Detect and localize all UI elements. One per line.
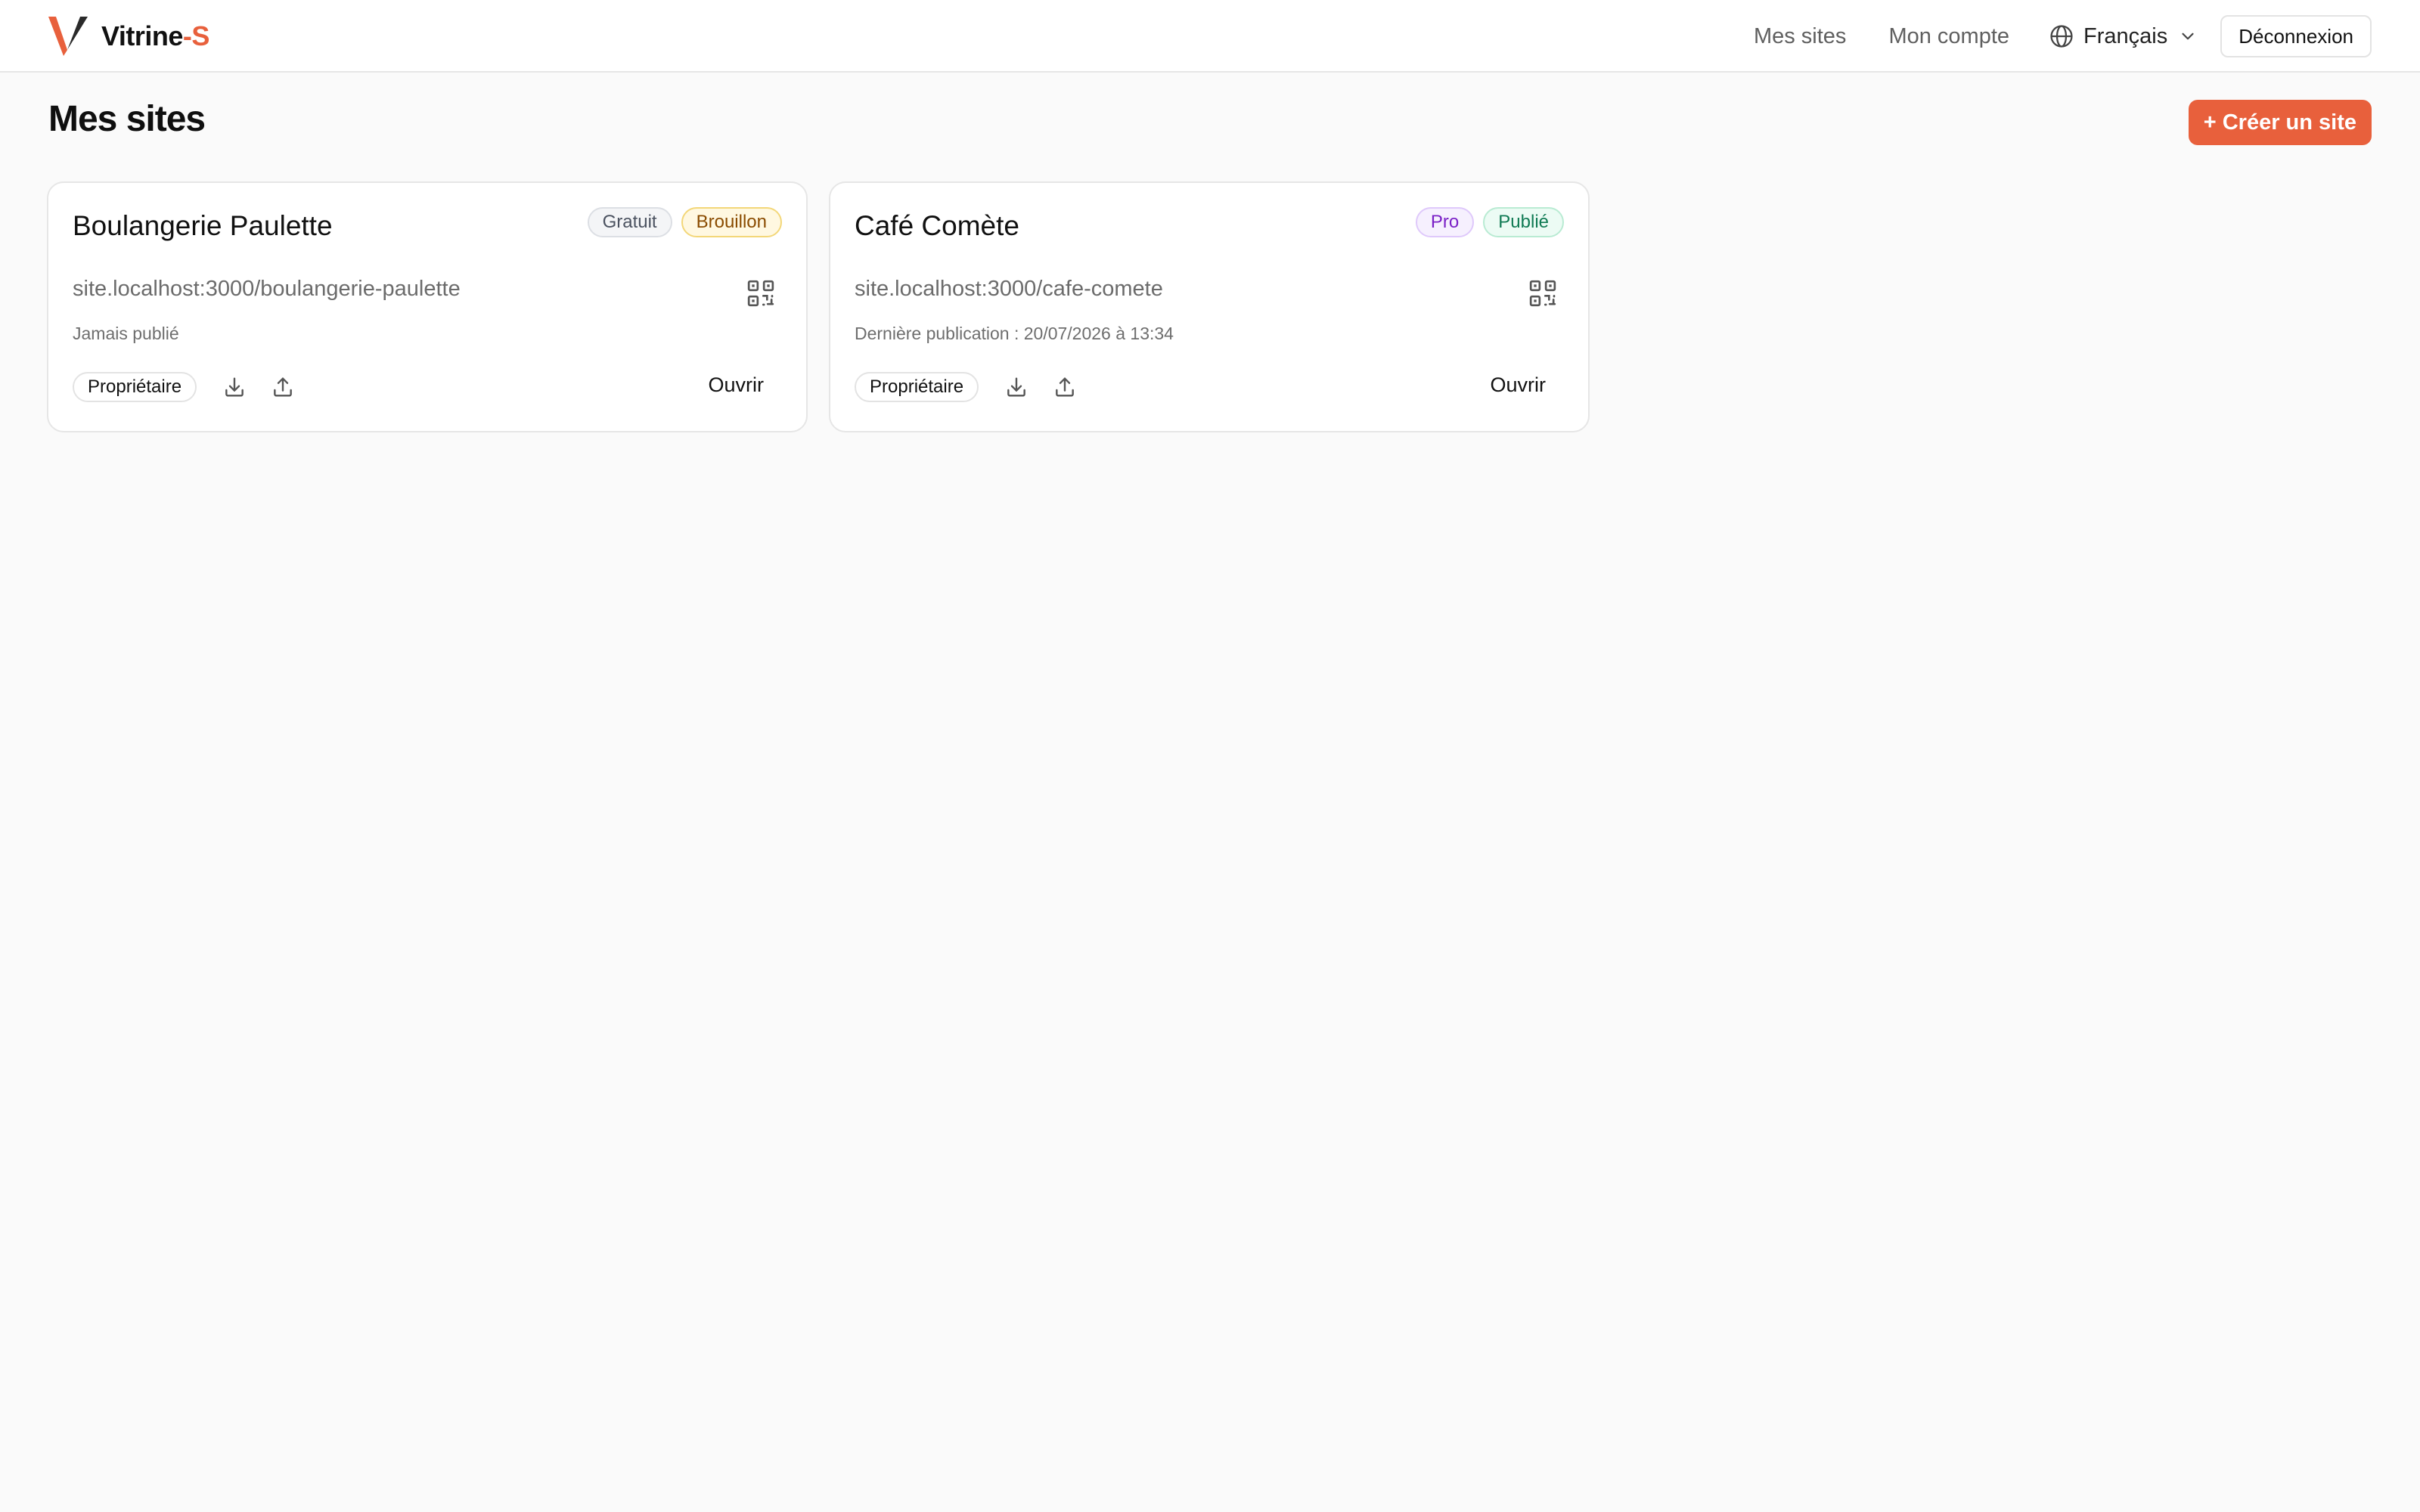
globe-icon: [2050, 25, 2073, 48]
language-selector[interactable]: Français: [2049, 23, 2198, 49]
brand[interactable]: Vitrine-S: [47, 15, 209, 57]
brand-name-dash: -: [182, 20, 192, 51]
site-card: Boulangerie Paulette Gratuit Brouillon s…: [47, 181, 808, 432]
role-chip[interactable]: Propriétaire: [73, 372, 197, 402]
open-site-button[interactable]: Ouvrir: [709, 373, 765, 397]
download-button[interactable]: [219, 372, 250, 402]
nav-link-mon-compte[interactable]: Mon compte: [1888, 24, 2009, 49]
brand-name-text: Vitrine: [101, 20, 183, 51]
site-badges: Gratuit Brouillon: [579, 207, 782, 237]
plan-badge: Pro: [1415, 207, 1475, 237]
v-logo-icon: [48, 17, 88, 56]
status-badge: Publié: [1483, 207, 1564, 237]
logout-button[interactable]: Déconnexion: [2220, 15, 2372, 57]
upload-icon: [1056, 377, 1074, 397]
qr-code-icon[interactable]: [746, 278, 776, 308]
page-title: Mes sites: [48, 99, 206, 139]
role-chip[interactable]: Propriétaire: [855, 372, 979, 402]
main-nav: Mes sites Mon compte Français Déconnexio…: [1711, 0, 2372, 73]
download-icon: [1007, 377, 1025, 397]
site-url[interactable]: site.localhost:3000/boulangerie-paulette: [73, 277, 461, 302]
publication-status: Jamais publié: [73, 324, 179, 343]
upload-button[interactable]: [1050, 372, 1080, 402]
create-site-button[interactable]: + Créer un site: [2188, 100, 2372, 145]
download-button[interactable]: [1001, 372, 1032, 402]
upload-icon: [274, 377, 292, 397]
open-site-button[interactable]: Ouvrir: [1491, 373, 1547, 397]
upload-button[interactable]: [268, 372, 298, 402]
chevron-down-icon: [2182, 33, 2194, 40]
top-navbar: Vitrine-S Mes sites Mon compte Français …: [0, 0, 2420, 73]
brand-name-accent: S: [191, 20, 209, 51]
site-card: Café Comète Pro Publié site.localhost:30…: [829, 181, 1590, 432]
brand-name: Vitrine-S: [101, 20, 209, 52]
plan-badge: Gratuit: [587, 207, 672, 237]
qr-code-icon[interactable]: [1528, 278, 1558, 308]
site-url[interactable]: site.localhost:3000/cafe-comete: [855, 277, 1163, 302]
site-name: Café Comète: [855, 210, 1019, 241]
status-badge: Brouillon: [681, 207, 782, 237]
site-name: Boulangerie Paulette: [73, 210, 333, 241]
site-badges: Pro Publié: [1407, 207, 1564, 237]
nav-link-mes-sites[interactable]: Mes sites: [1754, 24, 1846, 49]
language-label: Français: [2083, 23, 2168, 48]
download-icon: [225, 377, 244, 397]
publication-status: Dernière publication : 20/07/2026 à 13:3…: [855, 324, 1174, 343]
